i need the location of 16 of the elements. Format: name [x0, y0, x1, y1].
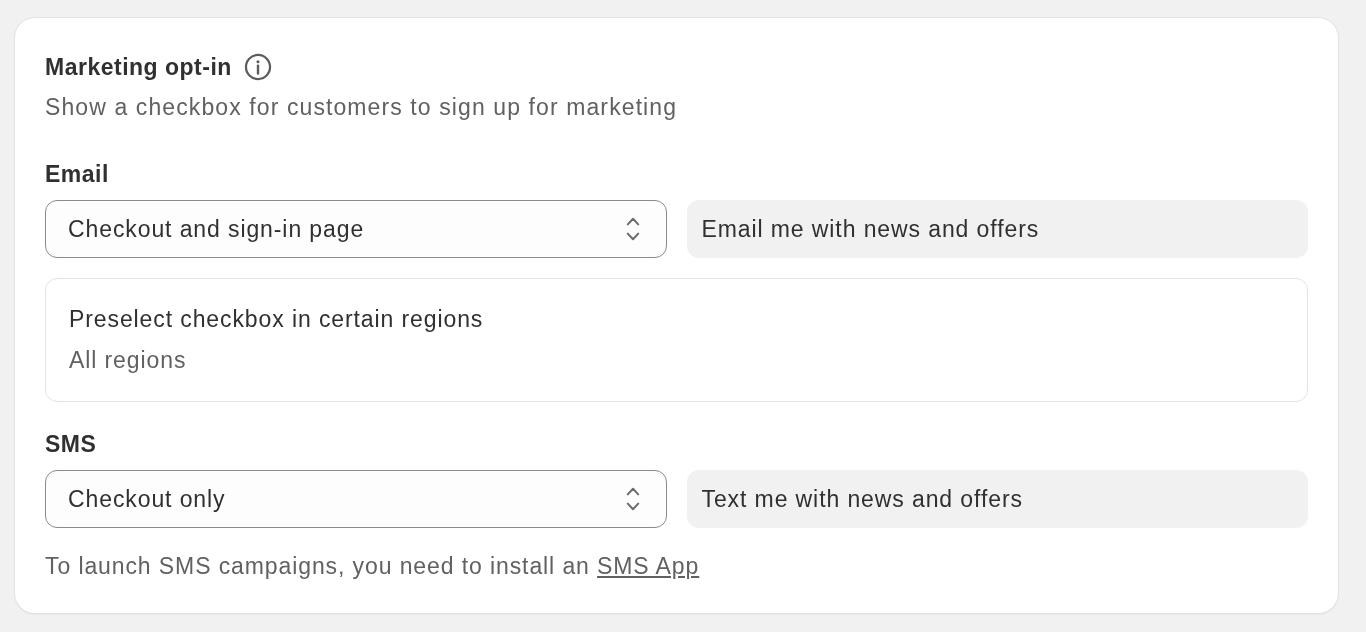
preselect-title: Preselect checkbox in certain regions	[69, 305, 484, 333]
dropdown-select[interactable]: Checkout only	[45, 470, 667, 528]
section-label: SMS	[45, 430, 97, 458]
card-title: Marketing opt-in	[45, 53, 232, 81]
card-description: Show a checkbox for customers to sign up for marketing	[45, 93, 678, 121]
sms-install-note: To launch SMS campaigns, you need to install an SMS App	[45, 552, 700, 580]
checkbox-label-field[interactable]: Text me with news and offers	[686, 470, 1308, 528]
info-icon[interactable]	[243, 53, 272, 81]
dropdown-select[interactable]: Checkout and sign-in page	[45, 200, 667, 258]
preselect-regions-card[interactable]: Preselect checkbox in certain regions All regions	[45, 278, 1308, 402]
chevron-up-down-icon	[625, 485, 640, 513]
checkbox-label-field[interactable]: Email me with news and offers	[686, 200, 1308, 258]
section-label: Email	[45, 160, 109, 188]
chevron-up-down-icon	[625, 215, 640, 243]
preselect-value: All regions	[69, 346, 187, 374]
sms-app-link[interactable]: SMS App	[597, 553, 700, 579]
